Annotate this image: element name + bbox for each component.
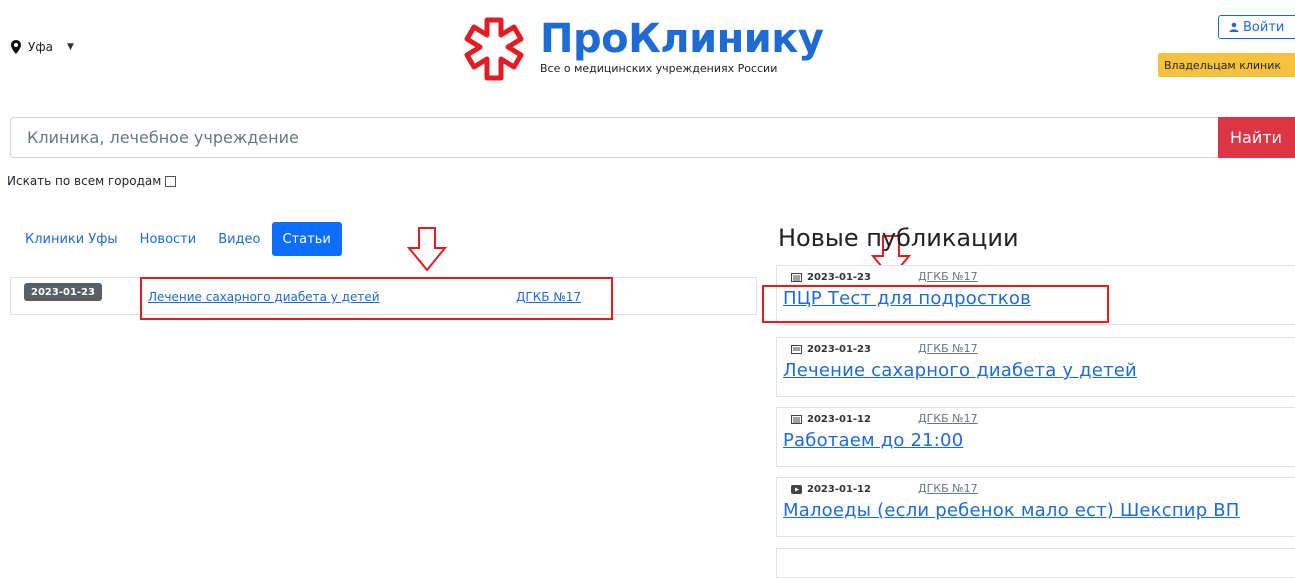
publication-title-link[interactable]: Работаем до 21:00 — [783, 430, 963, 451]
article-date-badge: 2023-01-23 — [24, 283, 102, 301]
tab-articles[interactable]: Статьи — [271, 222, 342, 256]
site-logo[interactable]: ПроКлинику Все о медицинских учреждениях… — [458, 14, 878, 84]
highlight-box — [762, 285, 1109, 323]
tab-video[interactable]: Видео — [207, 222, 271, 256]
annotation-arrow-icon — [406, 227, 448, 272]
article-icon — [791, 345, 802, 354]
publication-org-link[interactable]: ДГКБ №17 — [918, 482, 978, 495]
publication-meta: 2023-01-23 — [791, 272, 871, 283]
publication-meta: 2023-01-12 — [791, 484, 871, 495]
publication-item: 2023-01-12 ДГКБ №17 Работаем до 21:00 — [776, 407, 1295, 467]
publication-title-link[interactable]: Малоеды (если ребенок мало ест) Шекспир … — [783, 500, 1240, 521]
publication-date: 2023-01-12 — [807, 484, 871, 495]
video-icon — [791, 485, 802, 494]
publication-date: 2023-01-23 — [807, 272, 871, 283]
publication-title-link[interactable]: Лечение сахарного диабета у детей — [783, 360, 1137, 381]
all-cities-checkbox[interactable] — [165, 175, 177, 187]
logo-title: ПроКлинику — [540, 16, 824, 62]
publication-org-link[interactable]: ДГКБ №17 — [918, 270, 978, 283]
all-cities-label: Искать по всем городам — [7, 174, 162, 188]
chevron-down-icon: ▼ — [66, 42, 74, 52]
login-label: Войти — [1243, 19, 1285, 35]
medical-star-icon — [464, 17, 524, 81]
news-icon — [791, 273, 802, 282]
publication-item: 2023-01-23 ДГКБ №17 Лечение сахарного ди… — [776, 337, 1295, 397]
publication-item: 2023-01-12 ДГКБ №17 Малоеды (если ребено… — [776, 477, 1295, 537]
publication-org-link[interactable]: ДГКБ №17 — [918, 412, 978, 425]
city-label: Уфа — [28, 40, 53, 54]
city-selector[interactable]: Уфа ▼ — [10, 33, 74, 61]
owners-button[interactable]: Владельцам клиник — [1158, 53, 1295, 77]
publications-heading: Новые публикации — [778, 224, 1019, 252]
logo-subtitle: Все о медицинских учреждениях России — [540, 62, 778, 75]
user-icon — [1229, 22, 1239, 32]
tab-clinics[interactable]: Клиники Уфы — [14, 222, 129, 256]
highlight-box — [140, 277, 613, 320]
publication-date: 2023-01-12 — [807, 414, 871, 425]
publication-meta: 2023-01-12 — [791, 414, 871, 425]
tab-news[interactable]: Новости — [129, 222, 208, 256]
search-button[interactable]: Найти — [1218, 117, 1295, 158]
search-input[interactable] — [10, 117, 1220, 158]
login-button[interactable]: Войти — [1218, 15, 1295, 39]
all-cities-option[interactable]: Искать по всем городам — [7, 174, 177, 188]
publication-meta: 2023-01-23 — [791, 344, 871, 355]
content-tabs: Клиники Уфы Новости Видео Статьи — [14, 222, 342, 256]
publication-org-link[interactable]: ДГКБ №17 — [918, 342, 978, 355]
map-pin-icon — [11, 40, 21, 54]
publication-date: 2023-01-23 — [807, 344, 871, 355]
news-icon — [791, 415, 802, 424]
publication-item — [776, 548, 1295, 578]
